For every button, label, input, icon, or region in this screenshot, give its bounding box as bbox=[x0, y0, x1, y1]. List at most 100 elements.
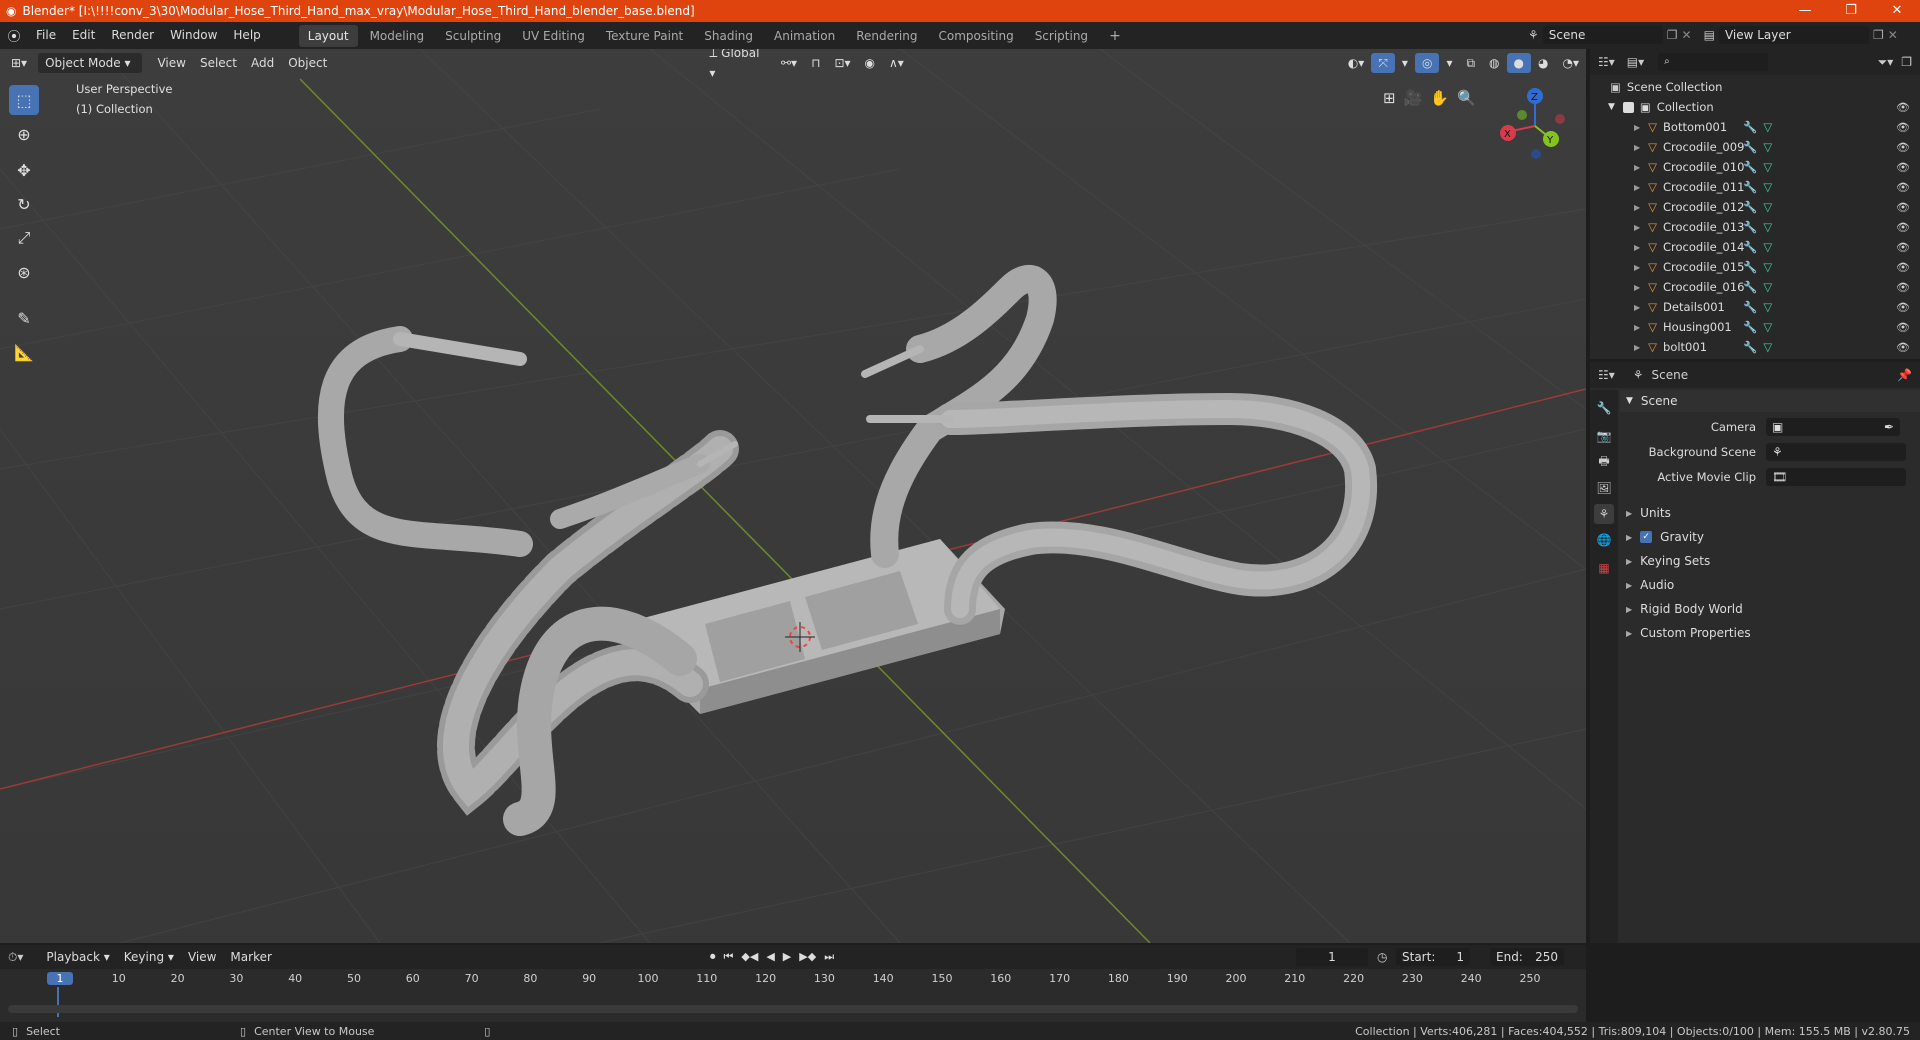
pan-hand-icon[interactable]: ✋ bbox=[1430, 89, 1449, 107]
render-tab-icon[interactable]: 📷 bbox=[1594, 426, 1614, 446]
modifier-icon[interactable]: 🔧 bbox=[1743, 120, 1757, 134]
start-frame-field[interactable]: Start: 1 bbox=[1396, 948, 1470, 966]
expand-arrow-icon[interactable]: ▶ bbox=[1634, 243, 1640, 252]
remove-view-layer-icon[interactable]: ✕ bbox=[1888, 28, 1898, 42]
eye-icon[interactable]: 👁 bbox=[1896, 101, 1910, 114]
mesh-data-icon[interactable]: ▽ bbox=[1763, 220, 1772, 234]
texture-tab-icon[interactable]: ▦ bbox=[1594, 558, 1614, 578]
gravity-checkbox[interactable]: ✓ bbox=[1640, 531, 1653, 543]
tab-texture-paint[interactable]: Texture Paint bbox=[597, 25, 692, 47]
overlay-dropdown-icon[interactable]: ▾ bbox=[1439, 53, 1459, 73]
eye-icon[interactable]: 👁 bbox=[1896, 161, 1910, 174]
eye-icon[interactable]: 👁 bbox=[1896, 301, 1910, 314]
outliner-collection[interactable]: ▼ ▣ Collection 👁 bbox=[1590, 97, 1920, 117]
modifier-icon[interactable]: 🔧 bbox=[1743, 220, 1757, 234]
jump-start-icon[interactable]: ⏮ bbox=[724, 950, 734, 964]
modifier-icon[interactable]: 🔧 bbox=[1743, 340, 1757, 354]
scene-tab-icon[interactable]: ⚘ bbox=[1594, 504, 1614, 524]
viewport-menu-add[interactable]: Add bbox=[244, 53, 281, 73]
properties-editor-icon[interactable]: ☷▾ bbox=[1598, 368, 1615, 382]
pivot-icon[interactable]: ⚯▾ bbox=[774, 53, 804, 73]
timeline-menu-playback[interactable]: Playback ▾ bbox=[39, 947, 116, 967]
camera-icon[interactable]: 🎥 bbox=[1404, 89, 1423, 107]
falloff-icon[interactable]: ∧▾ bbox=[882, 53, 911, 73]
cursor-tool[interactable]: ⊕ bbox=[9, 119, 39, 149]
outliner-item[interactable]: ▶ ▽ Crocodile_011 🔧 ▽ 👁 bbox=[1590, 177, 1920, 197]
annotate-tool[interactable]: ✎ bbox=[9, 303, 39, 333]
tab-layout[interactable]: Layout bbox=[298, 24, 358, 47]
timeline-menu-marker[interactable]: Marker bbox=[223, 947, 278, 967]
view-layer-icon[interactable]: ▤ bbox=[1704, 28, 1715, 42]
background-scene-field[interactable]: ⚘ bbox=[1766, 443, 1906, 461]
material-shading-icon[interactable]: ◕ bbox=[1531, 53, 1555, 73]
scene-field[interactable]: Scene bbox=[1542, 26, 1663, 44]
transform-tool[interactable]: ⊛ bbox=[9, 257, 39, 287]
snap-icon[interactable]: ⊓ bbox=[804, 53, 827, 73]
scene-panel-header[interactable]: ▼ Scene bbox=[1620, 390, 1920, 412]
move-tool[interactable]: ✥ bbox=[9, 155, 39, 185]
mode-dropdown[interactable]: Object Mode ▾ bbox=[38, 53, 143, 73]
zoom-icon[interactable]: 🔍 bbox=[1457, 89, 1476, 107]
expand-arrow-icon[interactable]: ▶ bbox=[1634, 263, 1640, 272]
rotate-tool[interactable]: ↻ bbox=[9, 189, 39, 219]
expand-arrow-icon[interactable]: ▶ bbox=[1634, 343, 1640, 352]
mesh-data-icon[interactable]: ▽ bbox=[1763, 320, 1772, 334]
eye-icon[interactable]: 👁 bbox=[1896, 241, 1910, 254]
tab-sculpting[interactable]: Sculpting bbox=[436, 25, 510, 47]
eye-icon[interactable]: 👁 bbox=[1896, 121, 1910, 134]
eye-icon[interactable]: 👁 bbox=[1896, 221, 1910, 234]
proportional-edit-icon[interactable]: ◉ bbox=[858, 53, 882, 73]
eye-icon[interactable]: 👁 bbox=[1896, 341, 1910, 354]
outliner-item[interactable]: ▶ ▽ Crocodile_016 🔧 ▽ 👁 bbox=[1590, 277, 1920, 297]
scale-tool[interactable]: ⤢ bbox=[9, 223, 39, 253]
tab-animation[interactable]: Animation bbox=[765, 25, 844, 47]
properties-section[interactable]: ▶ Audio bbox=[1626, 574, 1916, 596]
mesh-data-icon[interactable]: ▽ bbox=[1763, 260, 1772, 274]
expand-arrow-icon[interactable]: ▶ bbox=[1634, 303, 1640, 312]
properties-section[interactable]: ▶ Rigid Body World bbox=[1626, 598, 1916, 620]
expand-arrow-icon[interactable]: ▶ bbox=[1634, 323, 1640, 332]
new-view-layer-icon[interactable]: ❐ bbox=[1873, 28, 1884, 42]
properties-section[interactable]: ▶ Units bbox=[1626, 502, 1916, 524]
gizmo-dropdown-icon[interactable]: ▾ bbox=[1395, 53, 1415, 73]
expand-arrow-icon[interactable]: ▶ bbox=[1634, 223, 1640, 232]
frame-ruler[interactable]: 1 10 20 30 40 50 60 70 80 90 100 110 120 130 140 150 160… bbox=[0, 969, 1586, 1017]
menu-window[interactable]: Window bbox=[162, 22, 225, 49]
mesh-data-icon[interactable]: ▽ bbox=[1763, 140, 1772, 154]
visibility-icon[interactable]: ◐▾ bbox=[1341, 53, 1372, 73]
filter-icon[interactable]: ⏷▾ bbox=[1878, 55, 1894, 70]
wireframe-shading-icon[interactable]: ◍ bbox=[1482, 53, 1506, 73]
viewport-menu-select[interactable]: Select bbox=[193, 53, 244, 73]
world-tab-icon[interactable]: 🌐 bbox=[1594, 530, 1614, 550]
outliner-item[interactable]: ▶ ▽ Crocodile_015 🔧 ▽ 👁 bbox=[1590, 257, 1920, 277]
eye-icon[interactable]: 👁 bbox=[1896, 281, 1910, 294]
minimize-button[interactable]: — bbox=[1782, 0, 1828, 22]
viewport-menu-view[interactable]: View bbox=[150, 53, 192, 73]
outliner-item[interactable]: ▶ ▽ Crocodile_012 🔧 ▽ 👁 bbox=[1590, 197, 1920, 217]
end-frame-field[interactable]: End: 250 bbox=[1490, 948, 1564, 966]
output-tab-icon[interactable]: 🖶 bbox=[1594, 452, 1614, 472]
mesh-data-icon[interactable]: ▽ bbox=[1763, 180, 1772, 194]
eye-icon[interactable]: 👁 bbox=[1896, 201, 1910, 214]
outliner-item[interactable]: ▶ ▽ Housing001 🔧 ▽ 👁 bbox=[1590, 317, 1920, 337]
3d-viewport[interactable]: Z X Y ⊞▾ Object Mode ▾ View Select Add O… bbox=[0, 49, 1586, 943]
eyedropper-icon[interactable]: ✒ bbox=[1884, 418, 1894, 436]
close-button[interactable]: ✕ bbox=[1874, 0, 1920, 22]
transform-orientation-dropdown[interactable]: ⟂ Global ▾ bbox=[702, 49, 774, 83]
expand-arrow-icon[interactable]: ▶ bbox=[1634, 203, 1640, 212]
blender-menu-icon[interactable]: ⦿ bbox=[0, 26, 28, 45]
outliner-item[interactable]: ▶ ▽ Crocodile_013 🔧 ▽ 👁 bbox=[1590, 217, 1920, 237]
view-layer-field[interactable]: View Layer bbox=[1718, 26, 1869, 44]
camera-field[interactable]: ▣ ✒ bbox=[1766, 418, 1900, 436]
menu-edit[interactable]: Edit bbox=[64, 22, 103, 49]
tab-compositing[interactable]: Compositing bbox=[929, 25, 1022, 47]
mesh-data-icon[interactable]: ▽ bbox=[1763, 280, 1772, 294]
rendered-shading-icon[interactable]: ◔▾ bbox=[1556, 53, 1587, 73]
viewport-menu-object[interactable]: Object bbox=[281, 53, 334, 73]
modifier-icon[interactable]: 🔧 bbox=[1743, 300, 1757, 314]
play-icon[interactable]: ▶ bbox=[783, 950, 791, 964]
tab-modeling[interactable]: Modeling bbox=[361, 25, 434, 47]
overlay-icon[interactable]: ◎ bbox=[1414, 53, 1440, 73]
new-scene-icon[interactable]: ❐ bbox=[1667, 28, 1678, 42]
mesh-data-icon[interactable]: ▽ bbox=[1763, 340, 1772, 354]
